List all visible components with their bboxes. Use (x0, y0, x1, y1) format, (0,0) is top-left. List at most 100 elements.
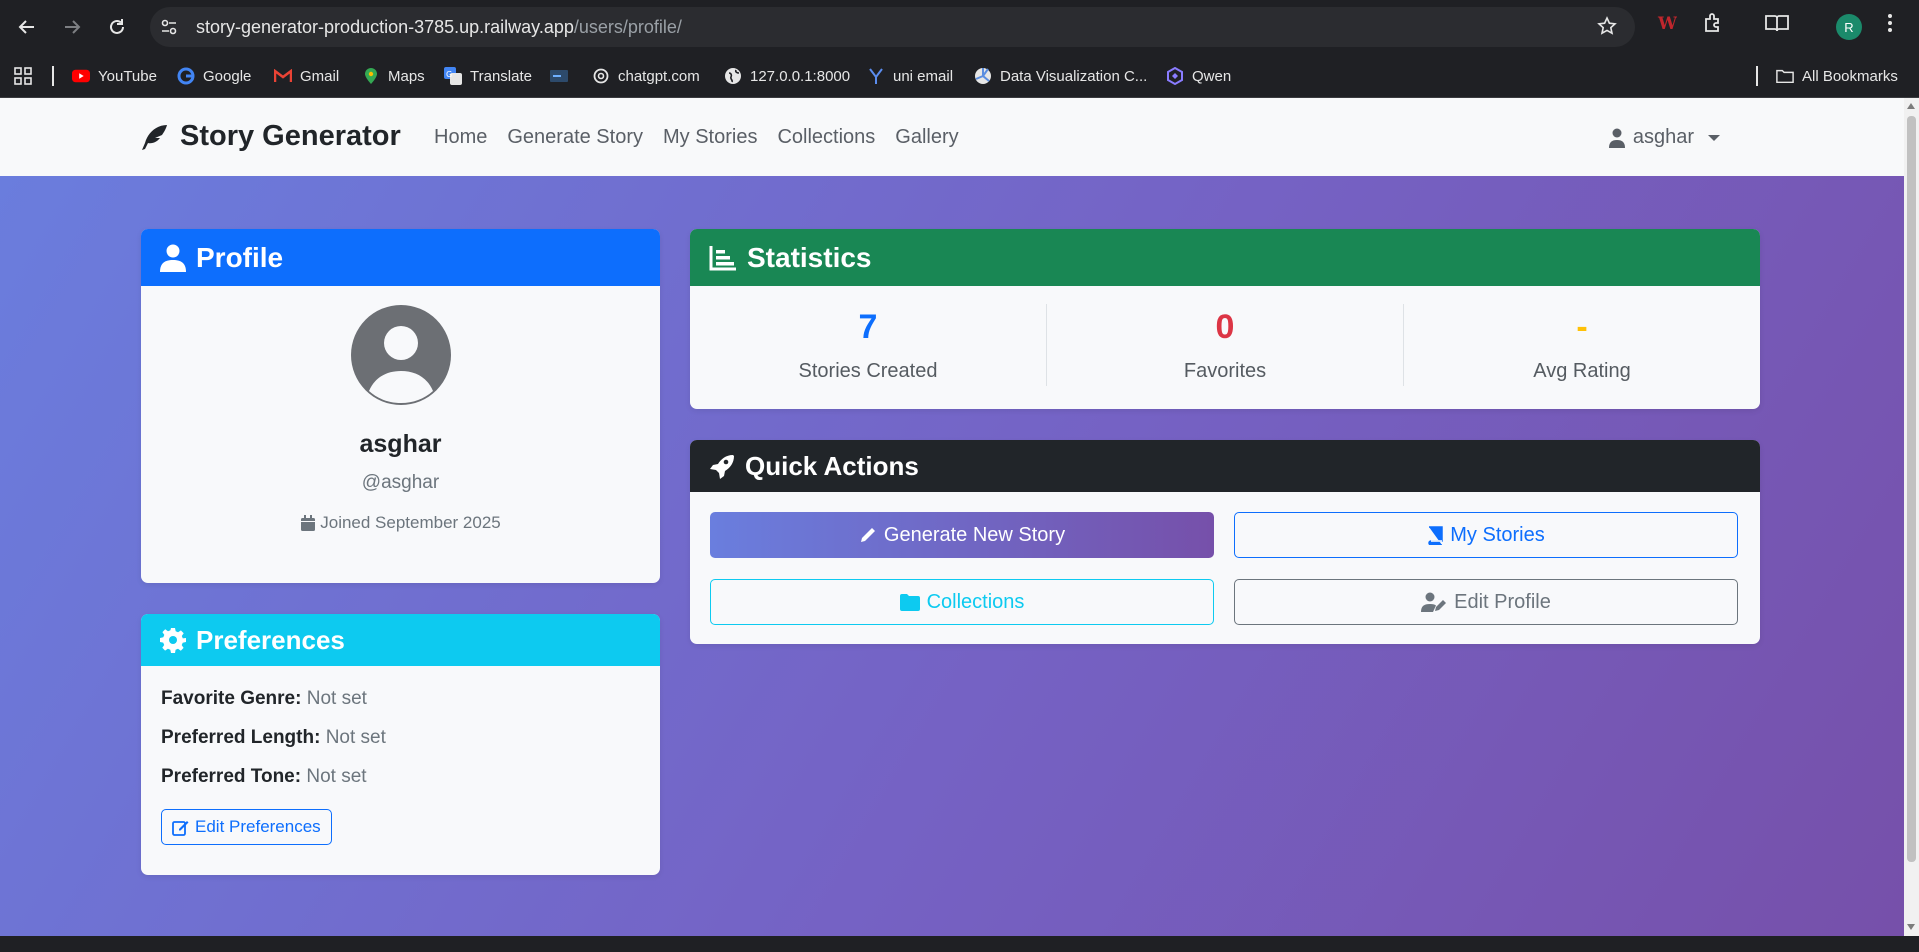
bookmark-uni-email[interactable]: uni email (867, 67, 953, 85)
arrow-left-icon (18, 20, 34, 34)
stat-value: 7 (858, 308, 878, 346)
maps-pin-icon (362, 67, 380, 85)
generate-new-story-button[interactable]: Generate New Story (710, 512, 1214, 558)
apps-grid-icon[interactable] (14, 67, 32, 85)
pencil-icon (860, 528, 875, 542)
nav-link-home[interactable]: Home (434, 126, 487, 149)
bookmark-data-visualization[interactable]: Data Visualization C... (974, 67, 1147, 85)
bookmark-star-icon[interactable] (1597, 16, 1617, 41)
edit-square-icon (172, 820, 189, 836)
google-icon (177, 67, 195, 85)
aperture-icon (974, 67, 992, 85)
quick-actions-header: Quick Actions (690, 440, 1760, 492)
edit-profile-button[interactable]: Edit Profile (1234, 579, 1738, 625)
arrow-right-icon (65, 20, 81, 34)
stat-label: Avg Rating (1533, 360, 1631, 382)
folder-icon (899, 593, 920, 611)
stat-value: 0 (1215, 308, 1235, 346)
edit-preferences-button[interactable]: Edit Preferences (161, 809, 332, 845)
joined-date: Joined September 2025 (141, 513, 660, 533)
quick-actions-card: Quick Actions Generate New Story My Stor… (690, 440, 1760, 644)
user-circle-icon (368, 326, 433, 403)
stat-stories-created: 7 Stories Created (690, 304, 1046, 386)
bookmark-translate[interactable]: G Translate (444, 67, 532, 85)
statistics-header: Statistics (690, 229, 1760, 286)
feather-icon (142, 124, 167, 150)
bookmark-divider (52, 66, 54, 86)
calendar-icon (301, 514, 316, 531)
bookmark-qwen[interactable]: Qwen (1166, 67, 1231, 85)
translate-icon: G (444, 67, 462, 85)
svg-text:G: G (446, 70, 452, 79)
pref-preferred-tone: Preferred Tone: Not set (161, 766, 367, 787)
main-nav: Home Generate Story My Stories Collectio… (434, 126, 959, 149)
collections-button[interactable]: Collections (710, 579, 1214, 625)
bookmark-gmail[interactable]: Gmail (274, 67, 339, 85)
page-viewport: Story Generator Home Generate Story My S… (0, 98, 1904, 936)
user-icon (160, 244, 186, 272)
bookmark-youtube[interactable]: YouTube (72, 67, 157, 85)
avatar (350, 305, 451, 405)
reload-button[interactable] (100, 10, 134, 44)
folder-icon (1776, 67, 1794, 85)
reading-mode-icon[interactable] (1764, 12, 1790, 39)
forward-button[interactable] (55, 10, 89, 44)
scroll-down-icon[interactable] (1907, 924, 1915, 930)
gear-icon (160, 628, 186, 653)
reload-icon (110, 19, 124, 34)
bookmark-maps[interactable]: Maps (362, 67, 425, 85)
nav-link-my-stories[interactable]: My Stories (663, 126, 757, 149)
app-navbar: Story Generator Home Generate Story My S… (0, 98, 1904, 176)
chevron-down-icon (1708, 134, 1720, 141)
uni-email-icon (867, 67, 885, 85)
bookmark-google[interactable]: Google (177, 67, 251, 85)
profile-card: Profile asghar @asghar Joined September … (141, 229, 660, 583)
preferences-header: Preferences (141, 614, 660, 666)
extension-w-icon[interactable]: W (1655, 12, 1678, 39)
browser-menu-icon[interactable] (1885, 12, 1895, 39)
scrollbar-thumb[interactable] (1907, 116, 1916, 862)
bookmark-divider (1756, 66, 1758, 86)
browser-toolbar: story-generator-production-3785.up.railw… (0, 0, 1919, 54)
stat-value: - (1576, 308, 1588, 346)
profile-handle: @asghar (361, 472, 440, 493)
svg-text:W: W (1657, 14, 1677, 34)
brand-logo[interactable]: Story Generator (140, 120, 401, 153)
scroll-up-icon[interactable] (1907, 103, 1915, 109)
bookmark-localhost[interactable]: 127.0.0.1:8000 (724, 67, 850, 85)
my-stories-button[interactable]: My Stories (1234, 512, 1738, 558)
extensions-puzzle-icon[interactable] (1702, 12, 1724, 39)
profile-header: Profile (141, 229, 660, 286)
pref-favorite-genre: Favorite Genre: Not set (161, 688, 367, 709)
all-bookmarks[interactable]: All Bookmarks (1776, 67, 1898, 85)
url-text: story-generator-production-3785.up.railw… (196, 17, 682, 37)
book-icon (1428, 525, 1444, 545)
back-button[interactable] (10, 10, 44, 44)
nav-link-generate-story[interactable]: Generate Story (507, 126, 643, 149)
bookmark-unnamed[interactable] (550, 67, 568, 85)
gmail-icon (274, 67, 292, 85)
stat-label: Favorites (1183, 360, 1267, 382)
stat-favorites: 0 Favorites (1046, 304, 1403, 386)
youtube-icon (72, 67, 90, 85)
user-dropdown[interactable]: asghar (1608, 126, 1720, 149)
address-bar[interactable]: story-generator-production-3785.up.railw… (150, 7, 1635, 47)
qwen-icon (1166, 67, 1184, 85)
bookmark-chatgpt[interactable]: chatgpt.com (592, 67, 700, 85)
site-info-icon[interactable] (160, 18, 178, 41)
globe-icon (724, 67, 742, 85)
user-icon (1608, 128, 1625, 148)
chart-bar-icon (709, 245, 736, 270)
stat-label: Stories Created (798, 360, 938, 382)
status-strip (0, 936, 1919, 952)
profile-avatar[interactable]: R (1836, 14, 1862, 40)
nav-link-gallery[interactable]: Gallery (895, 126, 958, 149)
preferences-card: Preferences Favorite Genre: Not set Pref… (141, 614, 660, 875)
profile-name: asghar (359, 430, 442, 458)
rocket-icon (710, 455, 734, 479)
stat-avg-rating: - Avg Rating (1403, 304, 1760, 386)
chatgpt-icon (592, 67, 610, 85)
page-scrollbar[interactable] (1904, 98, 1919, 936)
nav-link-collections[interactable]: Collections (777, 126, 875, 149)
bookmarks-bar: YouTube Google Gmail Maps G Translate ch… (0, 54, 1919, 98)
